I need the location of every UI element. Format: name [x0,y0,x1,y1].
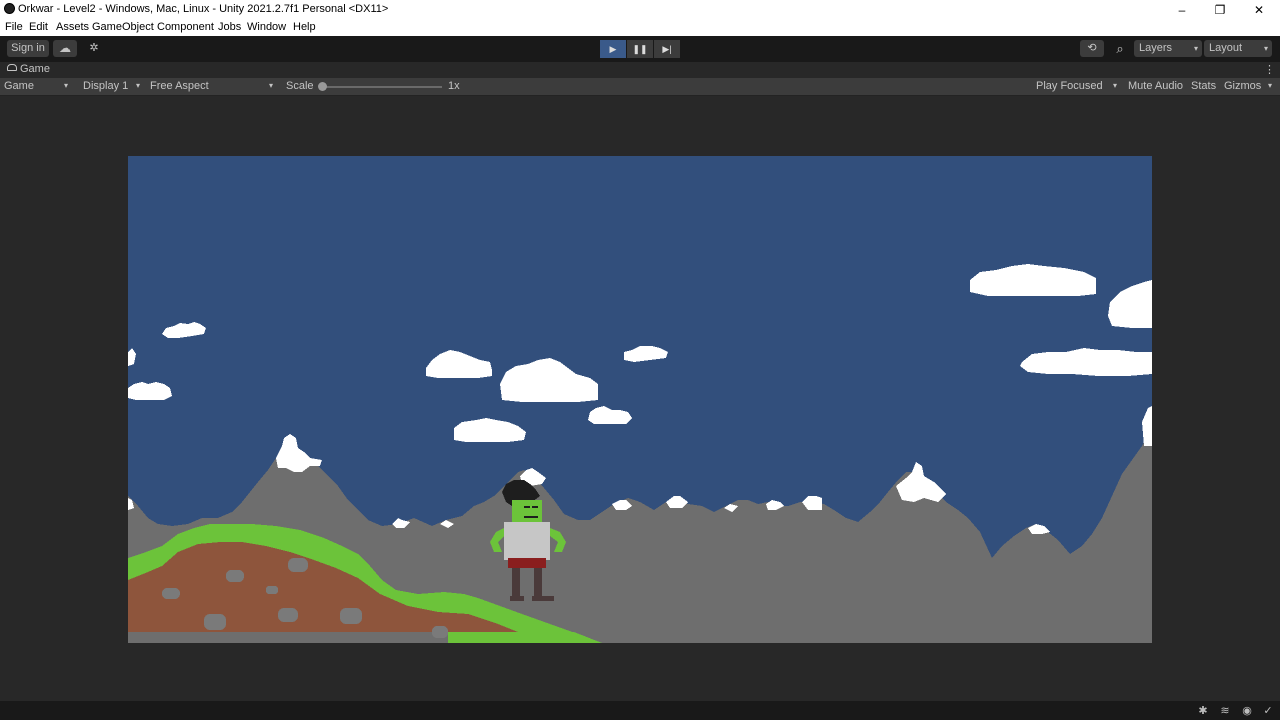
menu-window[interactable]: Window [247,21,286,33]
orc-mouth [524,516,538,518]
view-mode-dropdown[interactable]: Game [4,80,34,92]
play-button[interactable]: ▶ [600,40,626,58]
main-toolbar: Sign in ☁ ✲ ▶ ❚❚ ▶| ⟲ ⌕ Layers ▾ Layout … [0,36,1280,62]
chevron-down-icon: ▾ [1268,81,1273,90]
chevron-down-icon: ▾ [1263,44,1268,53]
cloud-icon[interactable]: ☁ [53,40,77,57]
rock [340,608,362,624]
close-button[interactable]: ✕ [1239,0,1279,20]
scale-label: Scale [286,80,314,92]
chevron-down-icon: ▾ [1113,81,1118,90]
gamepad-icon [7,64,17,71]
layout-label: Layout [1209,42,1243,54]
orc-eye [524,506,530,508]
rock [204,614,226,630]
menu-bar: File Edit Assets GameObject Component Jo… [0,20,1280,36]
rock [288,558,308,572]
menu-jobs[interactable]: Jobs [218,21,241,33]
chevron-down-icon: ▾ [64,81,69,90]
menu-file[interactable]: File [5,21,23,33]
aspect-dropdown[interactable]: Free Aspect [150,80,209,92]
layers-dropdown[interactable]: Layers ▾ [1134,40,1202,57]
rock [266,586,278,594]
check-icon[interactable]: ✓ [1261,704,1275,718]
stats-toggle[interactable]: Stats [1191,80,1216,92]
history-icon[interactable]: ⟲ [1080,40,1104,57]
play-focused-dropdown[interactable]: Play Focused [1036,80,1103,92]
window-titlebar: Orkwar - Level2 - Windows, Mac, Linux - … [0,0,1280,20]
ground-strip [128,632,448,643]
status-bar: ✱ ≋ ◉ ✓ [0,701,1280,720]
scale-slider-handle[interactable] [318,82,327,91]
rock [162,588,180,599]
game-tab-bar: Game ⋮ [0,62,1280,78]
gizmos-dropdown[interactable]: Gizmos [1224,80,1261,92]
menu-component[interactable]: Component [157,21,214,33]
orc-armor [504,522,550,560]
more-options-icon[interactable]: ⋮ [1264,63,1275,76]
pause-button[interactable]: ❚❚ [627,40,653,58]
orc-head [512,500,542,522]
game-viewport[interactable] [128,156,1152,643]
orc-foot [532,596,554,601]
orc-belt [508,558,546,568]
step-button[interactable]: ▶| [654,40,680,58]
scale-slider-track[interactable] [320,86,442,88]
collab-icon[interactable]: ✲ [82,40,106,57]
menu-gameobject[interactable]: GameObject [92,21,154,33]
broadcast-icon[interactable]: ◉ [1240,704,1254,718]
chevron-down-icon: ▾ [1193,44,1198,53]
minimize-button[interactable]: – [1162,0,1202,20]
maximize-button[interactable]: ❐ [1200,0,1240,20]
rock [226,570,244,582]
tab-game[interactable]: Game [20,63,50,75]
game-scene [128,156,1152,643]
orc-leg [534,568,542,600]
window-title: Orkwar - Level2 - Windows, Mac, Linux - … [18,3,389,15]
scale-value: 1x [448,80,460,92]
layers-label: Layers [1139,42,1173,54]
unity-logo-icon [4,3,15,14]
orc-eye [532,506,538,508]
rock [278,608,298,622]
rock [432,626,448,638]
display-dropdown[interactable]: Display 1 [83,80,128,92]
search-icon[interactable]: ⌕ [1108,40,1132,57]
sign-in-button[interactable]: Sign in [7,40,49,57]
menu-assets[interactable]: Assets [56,21,89,33]
menu-edit[interactable]: Edit [29,21,48,33]
menu-help[interactable]: Help [293,21,316,33]
layout-dropdown[interactable]: Layout ▾ [1204,40,1272,57]
bug-icon[interactable]: ✱ [1196,704,1210,718]
orc-leg [512,568,520,600]
chevron-down-icon: ▾ [136,81,141,90]
layers-icon[interactable]: ≋ [1218,704,1232,718]
chevron-down-icon: ▾ [269,81,274,90]
orc-foot [510,596,524,601]
game-view-toolbar: Game ▾ Display 1 ▾ Free Aspect ▾ Scale 1… [0,78,1280,96]
mute-audio-toggle[interactable]: Mute Audio [1128,80,1183,92]
